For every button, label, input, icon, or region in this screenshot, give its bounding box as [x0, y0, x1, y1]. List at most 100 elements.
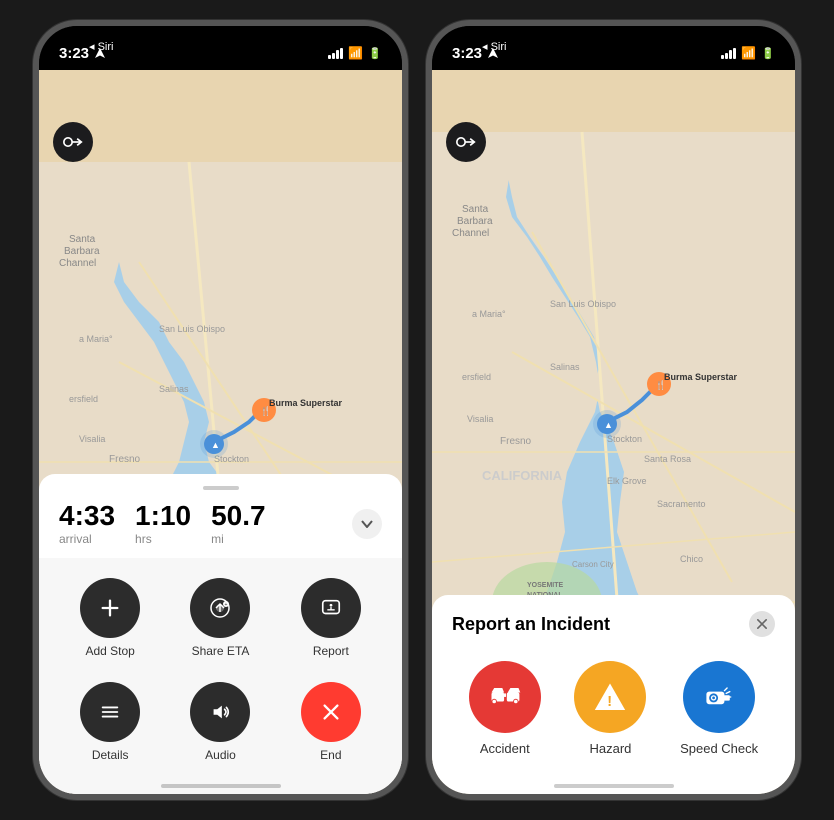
- arrow-icon-right: [456, 134, 476, 150]
- siri-label-right: ◂ Siri: [482, 40, 506, 53]
- svg-text:▲: ▲: [211, 440, 220, 450]
- time-right: 3:23: [452, 45, 482, 62]
- svg-text:Carson City: Carson City: [572, 560, 614, 569]
- incident-buttons: Accident ! Hazard: [432, 653, 795, 764]
- expand-chevron-btn[interactable]: [352, 509, 382, 539]
- svg-text:Salinas: Salinas: [550, 362, 580, 372]
- svg-text:Burma Superstar: Burma Superstar: [269, 398, 343, 408]
- notch-left: [156, 26, 286, 54]
- signal-right: [721, 48, 736, 59]
- wifi-right: 📶: [741, 46, 756, 60]
- svg-text:Santa: Santa: [69, 234, 96, 245]
- plus-icon: [99, 597, 121, 619]
- audio-label: Audio: [205, 748, 236, 762]
- distance-value: 50.7: [211, 502, 266, 530]
- nav-stat-arrival: 4:33 arrival: [59, 502, 115, 546]
- speed-check-button[interactable]: Speed Check: [680, 661, 758, 756]
- svg-text:Chico: Chico: [680, 554, 703, 564]
- close-icon: [757, 619, 767, 629]
- svg-text:a Maria°: a Maria°: [472, 309, 506, 319]
- incident-panel: Report an Incident: [432, 595, 795, 794]
- incident-close-button[interactable]: [749, 611, 775, 637]
- svg-text:Channel: Channel: [452, 228, 489, 239]
- accident-label: Accident: [480, 741, 530, 756]
- svg-text:a Maria°: a Maria°: [79, 334, 113, 344]
- panel-handle: [203, 486, 239, 490]
- report-button[interactable]: Report: [276, 566, 386, 670]
- share-eta-icon-circle: +: [190, 578, 250, 638]
- add-stop-icon-circle: [80, 578, 140, 638]
- end-icon: [320, 701, 342, 723]
- arrival-value: 4:33: [59, 502, 115, 530]
- accident-icon: [487, 679, 523, 715]
- svg-text:CALIFORNIA: CALIFORNIA: [482, 468, 563, 483]
- wifi-left: 📶: [348, 46, 363, 60]
- nav-arrow-btn-right[interactable]: [446, 122, 486, 162]
- svg-text:YOSEMITE: YOSEMITE: [527, 582, 564, 589]
- siri-label-left: ◂ Siri: [89, 40, 113, 53]
- add-stop-button[interactable]: Add Stop: [55, 566, 165, 670]
- nav-stats: 4:33 arrival 1:10 hrs 50.7 mi: [39, 502, 402, 558]
- speed-check-label: Speed Check: [680, 741, 758, 756]
- audio-button[interactable]: Audio: [165, 670, 275, 774]
- speed-check-icon: [701, 679, 737, 715]
- nav-stat-duration: 1:10 hrs: [135, 502, 191, 546]
- end-icon-circle: [301, 682, 361, 742]
- signal-left: [328, 48, 343, 59]
- arrival-label: arrival: [59, 532, 92, 546]
- nav-stat-distance: 50.7 mi: [211, 502, 266, 546]
- report-label: Report: [313, 644, 349, 658]
- end-button[interactable]: End: [276, 670, 386, 774]
- svg-text:!: !: [608, 694, 613, 710]
- svg-text:Sacramento: Sacramento: [657, 499, 706, 509]
- arrow-icon-left: [63, 134, 83, 150]
- nav-arrow-btn-left[interactable]: [53, 122, 93, 162]
- battery-left: 🔋: [368, 47, 382, 60]
- hazard-icon-circle: !: [574, 661, 646, 733]
- status-right-left: 📶 🔋: [328, 46, 382, 60]
- chevron-down-icon: [361, 520, 373, 528]
- nav-bottom-panel: 4:33 arrival 1:10 hrs 50.7 mi: [39, 474, 402, 794]
- phone-left: 3:23 ◂ Siri 📶 🔋: [33, 20, 408, 800]
- svg-text:Santa: Santa: [462, 204, 489, 215]
- end-label: End: [320, 748, 341, 762]
- action-buttons-grid: Add Stop + Share ETA: [39, 558, 402, 794]
- svg-text:Fresno: Fresno: [109, 454, 141, 465]
- svg-text:Salinas: Salinas: [159, 384, 189, 394]
- duration-value: 1:10: [135, 502, 191, 530]
- hazard-icon: !: [592, 679, 628, 715]
- audio-icon: [209, 701, 231, 723]
- svg-text:Elk Grove: Elk Grove: [607, 476, 647, 486]
- svg-text:Burma Superstar: Burma Superstar: [664, 372, 738, 382]
- incident-header: Report an Incident: [432, 611, 795, 653]
- svg-text:+: +: [225, 602, 228, 608]
- details-label: Details: [92, 748, 129, 762]
- report-icon-circle: [301, 578, 361, 638]
- add-stop-label: Add Stop: [85, 644, 134, 658]
- accident-button[interactable]: Accident: [469, 661, 541, 756]
- svg-text:Barbara: Barbara: [457, 216, 493, 227]
- svg-text:ersfield: ersfield: [69, 394, 98, 404]
- svg-text:ersfield: ersfield: [462, 372, 491, 382]
- svg-text:▲: ▲: [604, 420, 613, 430]
- duration-label: hrs: [135, 532, 152, 546]
- hazard-button[interactable]: ! Hazard: [574, 661, 646, 756]
- share-eta-label: Share ETA: [192, 644, 250, 658]
- distance-label: mi: [211, 532, 224, 546]
- details-icon: [99, 701, 121, 723]
- audio-icon-circle: [190, 682, 250, 742]
- svg-text:Fresno: Fresno: [500, 436, 532, 447]
- svg-text:San Luis Obispo: San Luis Obispo: [550, 299, 616, 309]
- svg-text:Santa Rosa: Santa Rosa: [644, 454, 691, 464]
- details-icon-circle: [80, 682, 140, 742]
- svg-text:Visalia: Visalia: [79, 434, 105, 444]
- accident-icon-circle: [469, 661, 541, 733]
- home-indicator-left: [161, 784, 281, 788]
- phone-right: 3:23 ◂ Siri 📶 🔋: [426, 20, 801, 800]
- share-eta-button[interactable]: + Share ETA: [165, 566, 275, 670]
- svg-text:Barbara: Barbara: [64, 246, 100, 257]
- share-eta-icon: +: [208, 596, 232, 620]
- details-button[interactable]: Details: [55, 670, 165, 774]
- incident-title: Report an Incident: [452, 614, 610, 635]
- speed-check-icon-circle: [683, 661, 755, 733]
